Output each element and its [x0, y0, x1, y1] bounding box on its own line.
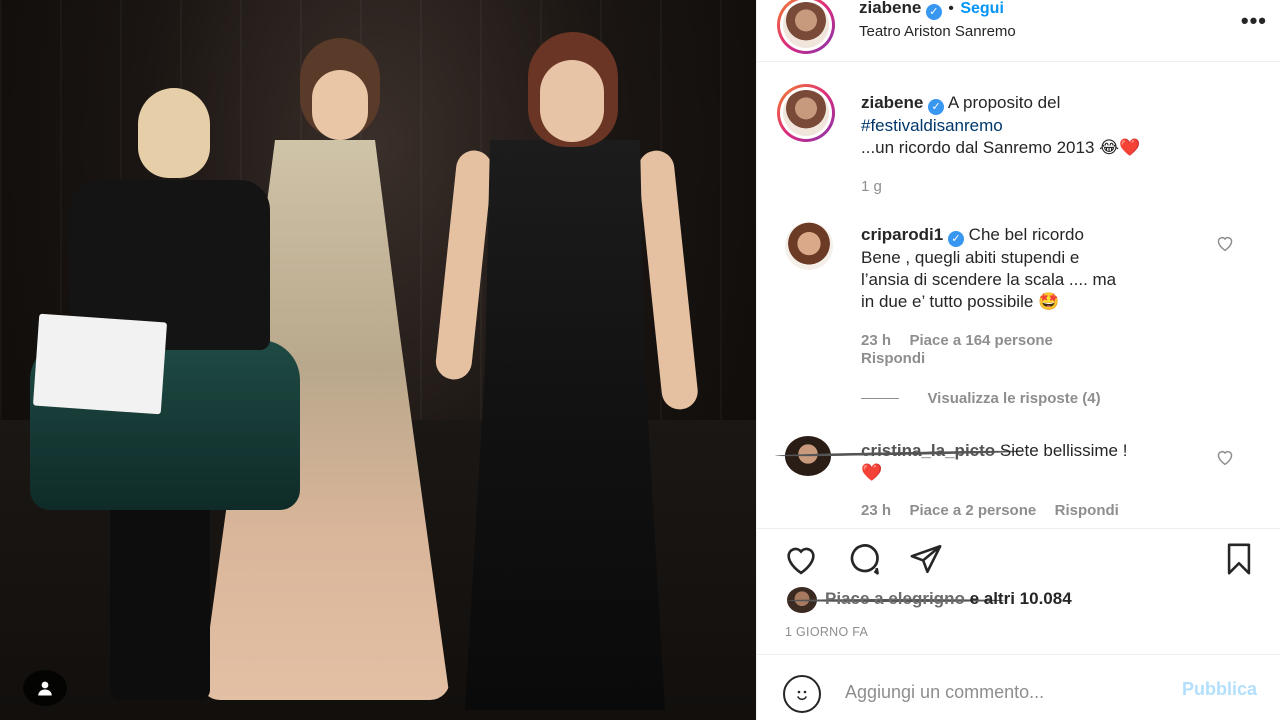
view-replies-label[interactable]: Visualizza le risposte (4)	[927, 390, 1100, 407]
comment-1-meta: 23 h Piace a 164 persone	[861, 332, 1053, 350]
likes-summary[interactable]: Piace a elegrigno e altri 10.084	[825, 589, 1072, 609]
bookmark-icon	[1227, 543, 1251, 575]
comment-2-meta: 23 h Piace a 2 persone Rispondi	[861, 502, 1119, 520]
person-left-legs	[110, 500, 210, 700]
verified-icon: ✓	[947, 231, 964, 247]
emoji-icon	[797, 690, 807, 701]
person-left-head	[138, 88, 210, 178]
comment-1-text: criparodi1 ✓ Che bel ricordo Bene , queg…	[861, 224, 1201, 313]
separator-dot: •	[948, 0, 954, 17]
comment-1-username[interactable]: criparodi1	[861, 225, 943, 244]
caption-username[interactable]: ziabene	[861, 93, 923, 112]
comment-1-line4: in due e’ tutto possibile 🤩	[861, 292, 1060, 311]
comment-input[interactable]	[845, 677, 1165, 707]
author-username[interactable]: ziabene	[859, 0, 921, 17]
follow-button[interactable]: Segui	[960, 0, 1004, 17]
comment-avatar[interactable]	[785, 222, 833, 270]
user-tag-icon	[38, 681, 52, 696]
caption-age: 1 g	[861, 178, 882, 195]
post-photo[interactable]	[0, 0, 756, 720]
verified-icon: ✓	[925, 4, 942, 20]
comment-1-line2: Bene , quegli abiti stupendi e	[861, 248, 1080, 267]
likes-count: e altri 10.084	[969, 589, 1072, 608]
view-replies-line	[861, 398, 899, 400]
emoji-button[interactable]	[783, 675, 821, 713]
user-tag-button[interactable]	[23, 670, 67, 706]
comment-2-body: Siete bellissime !	[999, 441, 1128, 460]
heart-icon	[787, 547, 815, 575]
post-location[interactable]: Teatro Ariston Sanremo	[859, 23, 1016, 40]
likes-prefix: Piace a elegrigno	[825, 589, 965, 608]
comment-1-line1: Che bel ricordo	[968, 225, 1084, 244]
comment-button[interactable]	[844, 539, 884, 579]
post-details-panel: ziabene ✓ • Segui Teatro Ariston Sanremo…	[756, 0, 1280, 720]
comment-2-text: cristina_la_picto Siete bellissime ! ❤️	[861, 440, 1201, 484]
comment-2-heart-icon[interactable]	[1215, 448, 1235, 466]
post-header: ziabene ✓ • Segui Teatro Ariston Sanremo…	[757, 0, 1280, 62]
comment-2-age: 23 h	[861, 502, 892, 519]
comment-1-line3: l’ansia di scendere la scala .... ma	[861, 270, 1117, 289]
share-icon	[910, 544, 942, 574]
share-button[interactable]	[906, 539, 946, 579]
caption-text-line1: A proposito del	[947, 93, 1061, 112]
person-right-face	[540, 60, 604, 142]
view-replies[interactable]: Visualizza le risposte (4)	[861, 390, 1101, 408]
papers	[32, 313, 168, 415]
comment-2-reply-button[interactable]: Rispondi	[1055, 502, 1119, 519]
post-timestamp[interactable]: 1 GIORNO FA	[785, 625, 868, 639]
comment-2-likes[interactable]: Piace a 2 persone	[909, 502, 1036, 519]
comment-2-emoji: ❤️	[861, 463, 883, 482]
author-avatar[interactable]	[777, 0, 835, 54]
caption-text-line3: ...un ricordo dal Sanremo 2013 😂❤️	[861, 138, 1141, 157]
more-icon[interactable]: •••	[1241, 8, 1267, 34]
verified-icon: ✓	[928, 99, 945, 115]
caption-hashtag[interactable]: #festivaldisanremo	[861, 115, 1261, 137]
comment-1-age: 23 h	[861, 332, 892, 349]
comment-1-reply-button[interactable]: Rispondi	[861, 350, 925, 367]
person-center-face	[312, 70, 368, 140]
publish-button[interactable]: Pubblica	[1182, 679, 1257, 700]
caption: ziabene ✓ A proposito del #festivaldisan…	[861, 92, 1261, 159]
author-row: ziabene ✓ • Segui	[859, 0, 1004, 20]
like-button[interactable]	[781, 539, 821, 579]
save-button[interactable]	[1219, 539, 1259, 579]
comment-1-likes[interactable]: Piace a 164 persone	[909, 332, 1052, 349]
comment-icon	[850, 544, 879, 575]
comment-2-username[interactable]: cristina_la_picto	[861, 441, 995, 460]
comment-1-heart-icon[interactable]	[1215, 234, 1235, 252]
comment-bar: Pubblica	[757, 654, 1280, 720]
caption-avatar[interactable]	[777, 84, 835, 142]
